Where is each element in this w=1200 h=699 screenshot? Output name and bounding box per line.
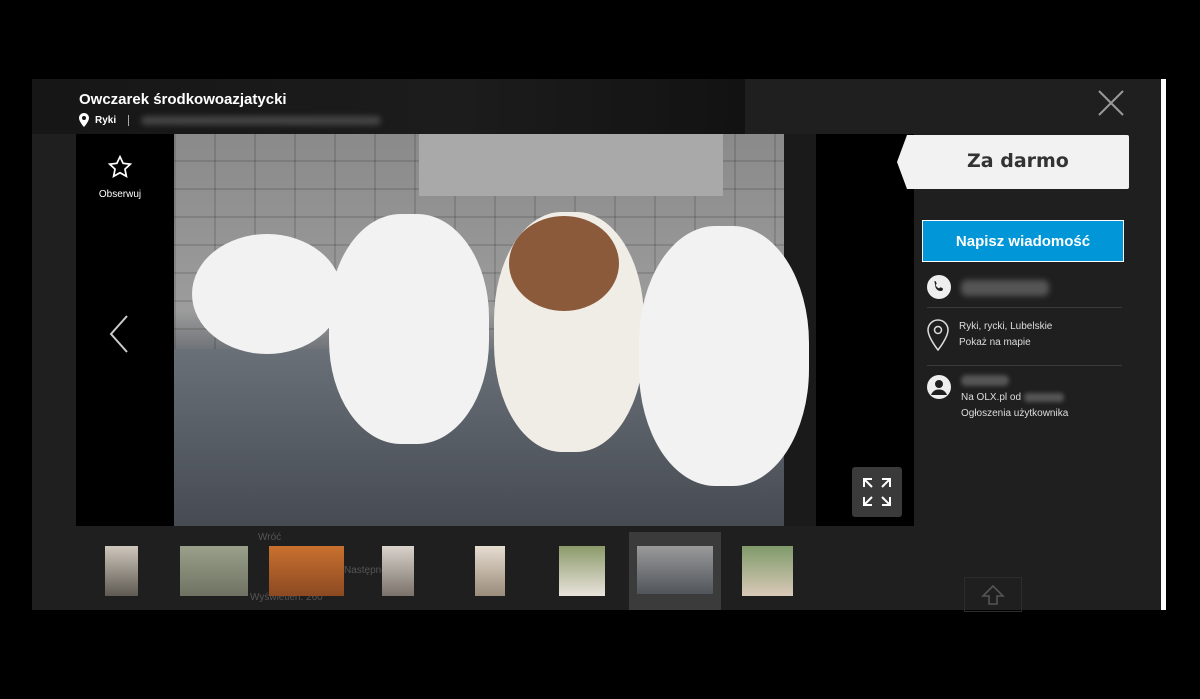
ghost-back: Wróć bbox=[258, 532, 282, 543]
main-photo[interactable] bbox=[174, 134, 816, 526]
puppy-4 bbox=[639, 226, 809, 486]
watch-label: Obserwuj bbox=[98, 189, 142, 200]
fullscreen-icon bbox=[863, 478, 891, 506]
listing-title: Owczarek środkowoazjatycki bbox=[79, 91, 287, 108]
member-since-prefix: Na OLX.pl od bbox=[961, 392, 1022, 403]
phone-row[interactable] bbox=[927, 275, 1049, 299]
location-city: Ryki bbox=[95, 114, 117, 126]
show-on-map-link[interactable]: Pokaż na mapie bbox=[959, 335, 1052, 351]
thumbnail[interactable] bbox=[559, 546, 605, 596]
divider bbox=[927, 307, 1122, 308]
member-since: Na OLX.pl od bbox=[961, 390, 1068, 406]
chevron-left-icon[interactable] bbox=[108, 314, 130, 354]
thumbnail-strip: Wróć Następne Wyświetleń: 260 bbox=[32, 532, 912, 610]
map-pin-icon bbox=[79, 113, 89, 127]
price-tag: Za darmo bbox=[897, 135, 1129, 189]
scroll-up-button[interactable] bbox=[964, 577, 1022, 612]
phone-icon bbox=[927, 275, 951, 299]
close-icon[interactable] bbox=[1097, 89, 1125, 117]
thumbnail-active[interactable] bbox=[629, 532, 721, 610]
arrow-up-icon bbox=[981, 584, 1005, 605]
thumbnail[interactable] bbox=[742, 546, 793, 596]
user-block: Na OLX.pl od Ogłoszenia użytkownika bbox=[927, 375, 1068, 422]
location-row: Ryki bbox=[79, 113, 382, 127]
thumbnail[interactable] bbox=[269, 546, 344, 596]
location-full: Ryki, rycki, Lubelskie bbox=[959, 321, 1053, 332]
send-message-button[interactable]: Napisz wiadomość bbox=[922, 220, 1124, 262]
thumbnail[interactable] bbox=[475, 546, 505, 596]
watch-button[interactable]: Obserwuj bbox=[76, 154, 164, 200]
thumbnail[interactable] bbox=[382, 546, 414, 596]
location-block: Ryki, rycki, Lubelskie Pokaż na mapie bbox=[927, 319, 1052, 351]
thumbnail[interactable] bbox=[105, 546, 138, 596]
thumbnail[interactable] bbox=[180, 546, 248, 596]
map-pin-icon bbox=[927, 319, 949, 351]
blurred-member-date bbox=[1023, 392, 1064, 402]
blurred-date bbox=[141, 115, 382, 125]
user-icon bbox=[927, 375, 951, 399]
thumbnail-active-image bbox=[637, 546, 713, 594]
photo-censor-box bbox=[419, 134, 723, 196]
blurred-phone-number bbox=[961, 280, 1049, 296]
fullscreen-button[interactable] bbox=[852, 467, 902, 517]
gallery-modal: Owczarek środkowoazjatycki Ryki Obserwuj bbox=[32, 79, 1166, 612]
puppy-1 bbox=[192, 234, 342, 354]
ghost-next: Następne bbox=[344, 565, 387, 576]
blurred-user-name bbox=[961, 375, 1009, 386]
price-value: Za darmo bbox=[967, 150, 1069, 172]
star-icon bbox=[107, 154, 133, 178]
user-ads-link[interactable]: Ogłoszenia użytkownika bbox=[961, 406, 1068, 422]
divider bbox=[927, 365, 1122, 366]
separator bbox=[128, 114, 130, 126]
photo-viewer: Obserwuj bbox=[76, 134, 914, 526]
scrollbar[interactable] bbox=[1161, 79, 1166, 610]
puppy-3-face bbox=[509, 216, 619, 311]
puppy-2 bbox=[329, 214, 489, 444]
